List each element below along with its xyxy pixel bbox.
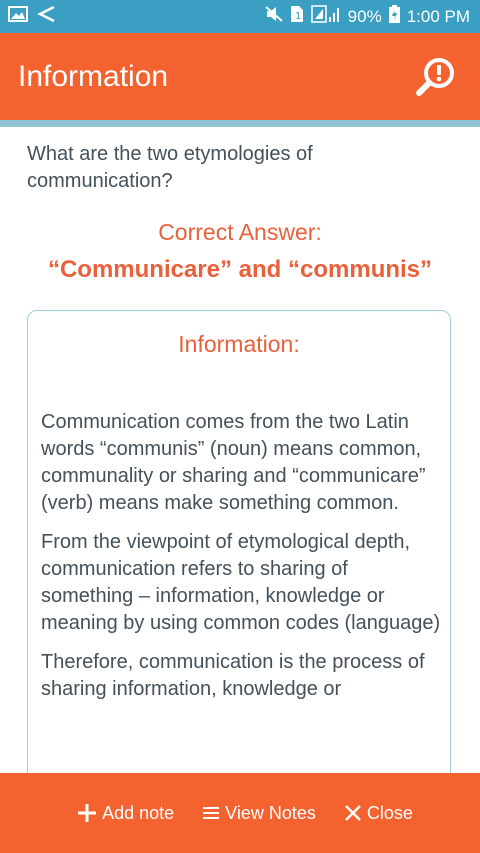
bottom-action-bar: Add note View Notes Close — [0, 773, 480, 853]
information-paragraph: Therefore, communication is the process … — [41, 651, 425, 700]
list-icon — [202, 805, 220, 821]
add-note-button[interactable]: Add note — [77, 803, 174, 824]
close-button[interactable]: Close — [344, 803, 413, 824]
correct-answer-text: “Communicare” and “communis” — [47, 256, 433, 283]
app-bar: Information — [0, 33, 480, 120]
page-title: Information — [18, 59, 169, 93]
information-title: Information: — [178, 331, 300, 357]
close-icon — [344, 804, 362, 822]
plus-icon — [77, 803, 97, 823]
back-arrow-icon — [36, 5, 56, 28]
status-time: 1:00 PM — [406, 6, 470, 26]
correct-answer-label: Correct Answer: — [158, 219, 322, 245]
signal-icon — [310, 5, 341, 28]
information-card[interactable]: Information: Communication comes from th… — [27, 310, 451, 830]
image-icon — [8, 6, 28, 27]
information-body: Communication comes from the two Latin w… — [41, 409, 441, 715]
question-text: What are the two etymologies of communic… — [27, 143, 313, 192]
status-left — [0, 5, 56, 28]
status-right: 1 90% 1:00 PM — [264, 5, 480, 28]
battery-icon — [388, 5, 400, 28]
view-notes-button[interactable]: View Notes — [202, 803, 316, 824]
search-alert-icon — [416, 57, 454, 96]
svg-text:1: 1 — [295, 11, 301, 22]
mute-icon — [264, 6, 283, 27]
add-note-label: Add note — [102, 802, 175, 823]
sim-icon: 1 — [290, 5, 304, 28]
information-paragraph: Communication comes from the two Latin w… — [41, 411, 426, 514]
header-divider — [0, 120, 480, 127]
view-notes-label: View Notes — [225, 802, 316, 823]
search-alert-button[interactable] — [414, 55, 458, 99]
information-paragraph: From the viewpoint of etymological depth… — [41, 531, 441, 634]
close-label: Close — [366, 802, 413, 823]
status-bar: 1 90% 1:00 PM — [0, 0, 480, 33]
battery-percent: 90% — [347, 6, 382, 26]
